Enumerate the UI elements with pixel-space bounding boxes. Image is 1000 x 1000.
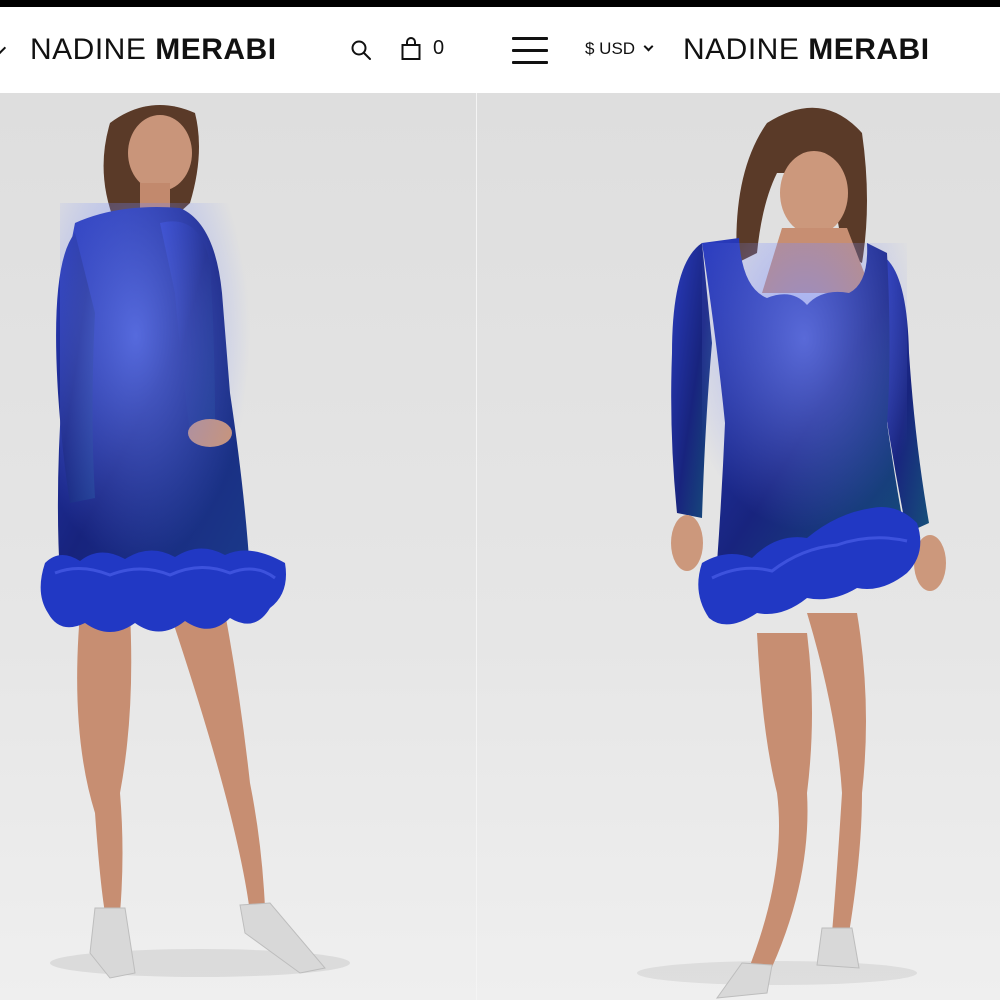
product-photo-back-view[interactable] — [0, 93, 477, 1000]
hamburger-menu-icon[interactable] — [512, 37, 548, 65]
brand-logo[interactable]: NADINE MERABI — [683, 33, 930, 67]
left-header: NADINE MERABI 0 — [0, 7, 477, 93]
right-screen: $ USD NADINE MERABI — [477, 7, 1000, 1000]
currency-label: $ USD — [585, 39, 636, 58]
brand-logo[interactable]: NADINE MERABI — [30, 33, 277, 67]
product-photo-front-view[interactable] — [477, 93, 1000, 1000]
brand-logo-bold: MERABI — [155, 33, 277, 66]
model-front-view-illustration — [637, 107, 946, 999]
cart-count[interactable]: 0 — [433, 37, 444, 60]
brand-logo-light: NADINE — [30, 33, 147, 66]
chevron-left-icon[interactable] — [0, 40, 7, 56]
currency-selector[interactable]: $ USD — [585, 39, 654, 59]
model-back-view-illustration — [40, 105, 350, 979]
brand-logo-bold: MERABI — [808, 33, 930, 66]
shopping-bag-icon[interactable] — [400, 37, 422, 66]
chevron-down-icon — [643, 41, 654, 52]
right-header: $ USD NADINE MERABI — [477, 7, 1000, 93]
search-icon[interactable] — [350, 39, 372, 66]
top-black-bar — [0, 0, 1000, 7]
left-screen: NADINE MERABI 0 — [0, 7, 477, 1000]
brand-logo-light: NADINE — [683, 33, 800, 66]
